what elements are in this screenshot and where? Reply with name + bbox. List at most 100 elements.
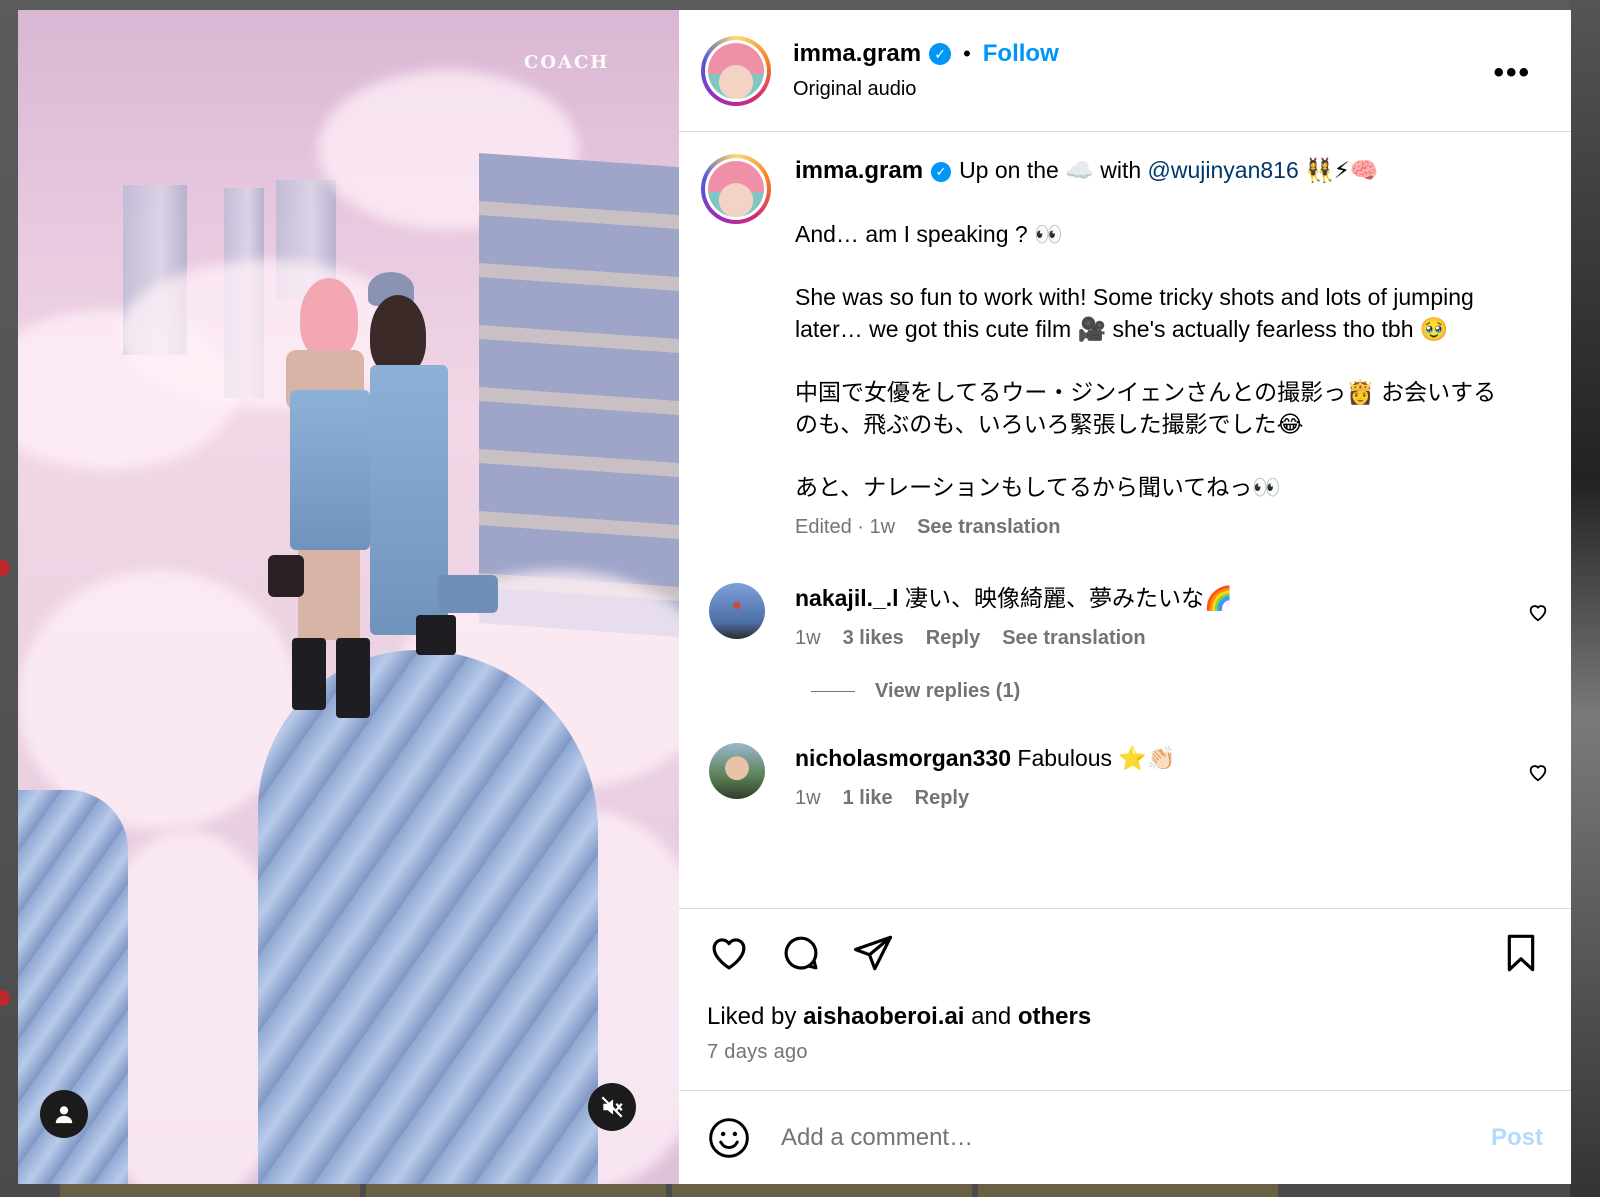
reply-button[interactable]: Reply [926, 627, 980, 650]
caption-line1-emoji: 👯‍♀️⚡🧠 [1298, 157, 1379, 183]
author-username[interactable]: imma.gram [793, 40, 921, 68]
comment-input[interactable] [781, 1123, 1461, 1152]
more-icon[interactable]: ••• [1493, 56, 1531, 90]
follow-button[interactable]: Follow [983, 40, 1059, 68]
background-thumb [60, 1183, 360, 1197]
background-edge [1570, 0, 1600, 1197]
background-thumb [366, 1183, 666, 1197]
background-badge [0, 560, 10, 576]
brand-watermark: COACH [524, 52, 610, 73]
emoji-icon[interactable] [707, 1116, 751, 1160]
comment-item: nakajil._.l 凄い、映像綺麗、夢みたいな🌈 1w 3 likes Re… [701, 583, 1549, 650]
tagged-users-button[interactable] [40, 1090, 88, 1138]
edited-timestamp: Edited · 1w [795, 516, 896, 538]
comment-like-icon[interactable] [1527, 761, 1549, 783]
caption-username[interactable]: imma.gram [795, 157, 923, 184]
caption-avatar[interactable] [701, 154, 771, 224]
background-thumbnails [0, 1183, 1600, 1197]
liked-by-user[interactable]: aishaoberoi.ai [803, 1003, 964, 1030]
comment-likes[interactable]: 3 likes [843, 627, 904, 650]
verified-icon: ✓ [931, 162, 952, 182]
liked-by: Liked by aishaoberoi.ai and others [707, 1003, 1543, 1031]
post-actions: Liked by aishaoberoi.ai and others 7 day… [679, 908, 1571, 1090]
reply-button[interactable]: Reply [915, 787, 969, 810]
comment-message: 凄い、映像綺麗、夢みたいな🌈 [904, 585, 1233, 611]
dress [370, 365, 448, 635]
see-translation-link[interactable]: See translation [1002, 627, 1145, 650]
share-icon [853, 935, 893, 971]
action-row [707, 931, 1543, 975]
comment-content: nakajil._.l 凄い、映像綺麗、夢みたいな🌈 1w 3 likes Re… [795, 583, 1549, 650]
comment-username[interactable]: nakajil._.l [795, 585, 899, 611]
caption-paragraph: And… am I speaking ? 👀 [795, 221, 1063, 247]
background-thumb [672, 1183, 972, 1197]
handbag [268, 555, 304, 597]
share-button[interactable] [851, 931, 895, 975]
comment-text: nakajil._.l 凄い、映像綺麗、夢みたいな🌈 [795, 583, 1549, 613]
post-modal: COACH imma.gram ✓ • Follow Original audi… [18, 10, 1571, 1184]
comment-message: Fabulous ⭐👏🏻 [1017, 745, 1176, 771]
header-row: imma.gram ✓ • Follow [793, 40, 1059, 68]
comment-avatar[interactable] [709, 583, 765, 639]
verified-icon: ✓ [929, 43, 952, 65]
caption-first-line: imma.gram ✓ Up on the ☁️ with @wujinyan816… [795, 154, 1505, 187]
hair [370, 295, 426, 375]
avatar-frame [705, 39, 767, 102]
mention-link[interactable]: @wujinyan816 [1148, 157, 1299, 183]
liked-by-others[interactable]: others [1018, 1003, 1091, 1030]
comment-content: nicholasmorgan330 Fabulous ⭐👏🏻 1w 1 like… [795, 743, 1549, 810]
boot [416, 615, 456, 655]
view-replies-label: View replies (1) [875, 680, 1021, 702]
caption-line1: Up on the ☁️ with [959, 157, 1148, 183]
caption-paragraph: 中国で女優をしてるウー・ジンイェンさんとの撮影っ👸 お会いするのも、飛ぶのも、い… [795, 379, 1497, 437]
liked-by-and: and [964, 1003, 1018, 1030]
comment-icon [784, 936, 818, 970]
separator: • [963, 41, 971, 66]
see-translation-link[interactable]: See translation [917, 511, 1060, 543]
comments-section[interactable]: imma.gram ✓ Up on the ☁️ with @wujinyan816… [679, 132, 1571, 908]
caption-text: imma.gram ✓ Up on the ☁️ with @wujinyan816… [795, 154, 1505, 543]
avatar-frame [705, 158, 767, 220]
heart-icon [712, 938, 746, 970]
comment-composer: Post [679, 1090, 1571, 1184]
header-info: imma.gram ✓ • Follow Original audio [793, 40, 1059, 101]
like-button[interactable] [707, 931, 751, 975]
audio-link[interactable]: Original audio [793, 78, 1059, 101]
caption: imma.gram ✓ Up on the ☁️ with @wujinyan816… [701, 154, 1549, 543]
caption-paragraph: She was so fun to work with! Some tricky… [795, 284, 1474, 342]
handbag [438, 575, 498, 613]
comment-like-icon[interactable] [1527, 601, 1549, 623]
comment-meta: 1w 1 like Reply [795, 787, 1549, 810]
comment-likes[interactable]: 1 like [843, 787, 893, 810]
hair [300, 278, 358, 358]
post-details: imma.gram ✓ • Follow Original audio ••• … [679, 10, 1571, 1184]
mute-button[interactable] [588, 1083, 636, 1131]
caption-meta: Edited · 1w See translation [795, 511, 1505, 543]
view-replies-button[interactable]: View replies (1) [811, 680, 1549, 703]
post-video[interactable]: COACH [18, 10, 679, 1184]
avatar-image [708, 42, 764, 99]
author-avatar[interactable] [701, 35, 771, 106]
caption-paragraph: あと、ナレーションもしてるから聞いてねっ👀 [795, 474, 1281, 500]
comment-avatar[interactable] [709, 743, 765, 799]
bookmark-icon [1507, 934, 1535, 972]
comment-username[interactable]: nicholasmorgan330 [795, 745, 1011, 771]
comment-time: 1w [795, 787, 821, 809]
liked-by-prefix: Liked by [707, 1003, 804, 1030]
post-button[interactable]: Post [1491, 1124, 1543, 1152]
comment-meta: 1w 3 likes Reply See translation [795, 627, 1549, 650]
comment-text: nicholasmorgan330 Fabulous ⭐👏🏻 [795, 743, 1549, 773]
post-header: imma.gram ✓ • Follow Original audio ••• [679, 10, 1571, 132]
comment-item: nicholasmorgan330 Fabulous ⭐👏🏻 1w 1 like… [701, 743, 1549, 810]
legs [298, 550, 360, 640]
background-thumb [978, 1183, 1278, 1197]
save-button[interactable] [1499, 931, 1543, 975]
spiral-tower [258, 650, 598, 1184]
avatar-image [708, 161, 764, 217]
user-icon [55, 1106, 73, 1124]
replies-divider [811, 691, 855, 692]
mute-icon [601, 1096, 623, 1118]
comment-button[interactable] [779, 931, 823, 975]
dress [290, 390, 370, 550]
post-timestamp[interactable]: 7 days ago [707, 1041, 1543, 1064]
